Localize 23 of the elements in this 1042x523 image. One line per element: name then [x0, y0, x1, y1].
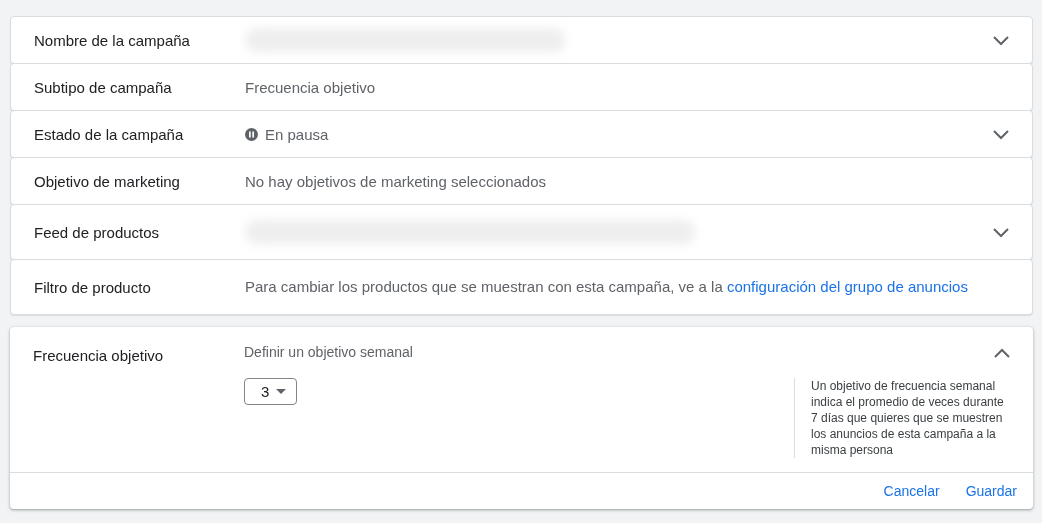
pause-status-icon	[245, 127, 258, 141]
filter-description: Para cambiar los productos que se muestran con esta campaña, ve a la	[245, 278, 723, 295]
field-label: Objetivo de marketing	[33, 172, 181, 190]
field-label: Estado de la campaña	[33, 125, 185, 143]
prompt-text: Definir un objetivo semanal	[244, 344, 414, 360]
status-text: En pausa	[265, 125, 329, 143]
save-button[interactable]: Guardar	[955, 477, 1027, 505]
ad-group-settings-link[interactable]: configuración del grupo de anuncios	[726, 278, 968, 295]
field-label: Feed de productos	[33, 223, 161, 241]
expand-chevron-icon[interactable]	[992, 226, 1010, 238]
field-value: Frecuencia objetivo	[245, 78, 376, 96]
collapse-chevron-icon[interactable]	[993, 347, 1011, 359]
dropdown-arrow-icon	[276, 389, 287, 394]
expand-chevron-icon[interactable]	[992, 34, 1010, 46]
field-label: Filtro de producto	[33, 278, 152, 296]
help-text: Un objetivo de frecuencia semanal indica el promedio de veces durante 7 días que quieres que se muestren los anuncios de esta campaña a la misma persona	[794, 378, 1007, 458]
cancel-button[interactable]: Cancelar	[873, 477, 950, 505]
field-label: Subtipo de campaña	[33, 78, 173, 96]
field-label: Nombre de la campaña	[33, 31, 191, 49]
frequency-dropdown[interactable]: 3	[244, 378, 298, 405]
expand-chevron-icon[interactable]	[992, 128, 1010, 140]
field-label: Frecuencia objetivo	[33, 346, 165, 366]
field-value: No hay objetivos de marketing seleccionados	[245, 172, 546, 190]
